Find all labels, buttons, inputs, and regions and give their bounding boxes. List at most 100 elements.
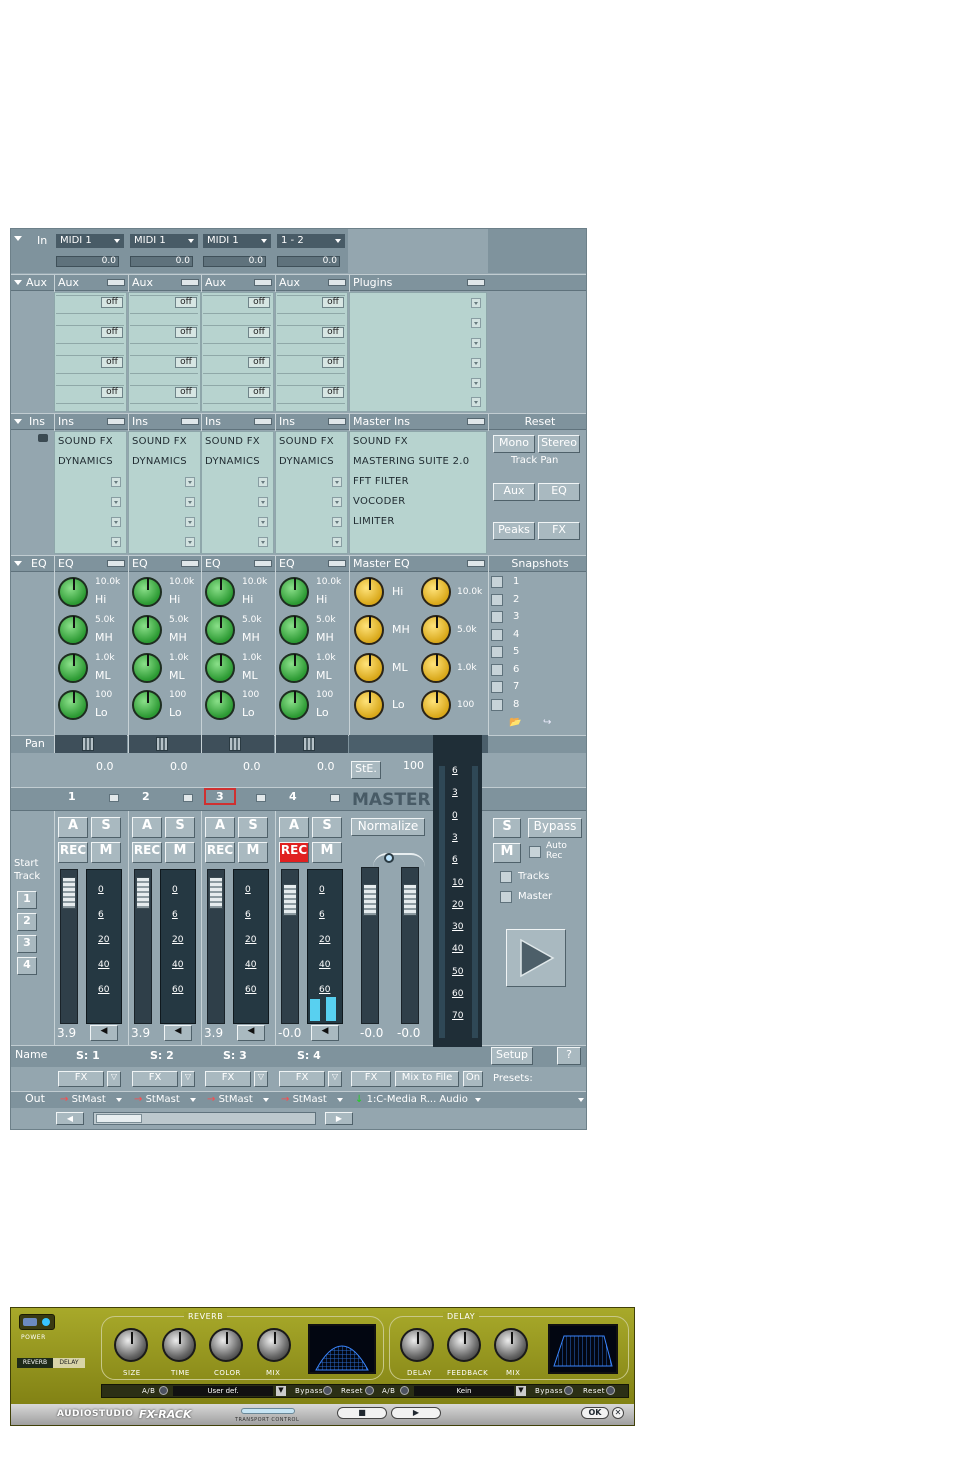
- insert-slot-dropdown[interactable]: [258, 537, 268, 547]
- mute-button[interactable]: M: [165, 842, 195, 863]
- collapse-minus-icon[interactable]: [38, 434, 48, 442]
- solo-button[interactable]: S: [312, 817, 342, 838]
- scroll-thumb[interactable]: [96, 1114, 142, 1123]
- snapshot-slot[interactable]: [491, 681, 503, 693]
- insert-slot-sound-fx[interactable]: SOUND FX: [205, 436, 260, 447]
- fader-value[interactable]: 3.9: [131, 1026, 150, 1040]
- input-level-3[interactable]: 0.0: [203, 256, 266, 267]
- pan-value[interactable]: 0.0: [170, 760, 188, 773]
- track-output-select[interactable]: → StMast: [56, 1093, 126, 1107]
- start-track-button-2[interactable]: 2: [17, 913, 37, 931]
- normalize-button[interactable]: Normalize: [351, 818, 425, 836]
- master-out-select[interactable]: ↓ 1:C-Media R... Audio: [351, 1093, 485, 1107]
- insert-slot-dropdown[interactable]: [258, 477, 268, 487]
- aux-reset-button[interactable]: Aux: [493, 483, 535, 501]
- track-select-toggle[interactable]: [330, 794, 340, 802]
- master-fader-left[interactable]: [363, 884, 377, 916]
- insert-slot-dropdown[interactable]: [111, 477, 121, 487]
- scroll-track[interactable]: [93, 1112, 316, 1125]
- insert-slot-dropdown[interactable]: [332, 477, 342, 487]
- input-select-3[interactable]: MIDI 1: [203, 234, 271, 248]
- stereo-enhancer-button[interactable]: StE.: [351, 761, 381, 779]
- eq-knob-lo[interactable]: [58, 690, 88, 720]
- volume-fader[interactable]: [209, 877, 223, 909]
- eq-knob-hi[interactable]: [58, 577, 88, 607]
- track-name[interactable]: S: 4: [297, 1049, 321, 1062]
- insert-slot-dropdown[interactable]: [332, 517, 342, 527]
- snapshot-slot[interactable]: [491, 646, 503, 658]
- insert-slot-sound-fx[interactable]: SOUND FX: [58, 436, 113, 447]
- track-name[interactable]: S: 3: [223, 1049, 247, 1062]
- mute-button[interactable]: M: [312, 842, 342, 863]
- eq-knob-ml[interactable]: [205, 653, 235, 683]
- eq-knob-ml[interactable]: [58, 653, 88, 683]
- stop-button[interactable]: ■: [337, 1407, 387, 1419]
- track-fx-dropdown[interactable]: ▽: [181, 1071, 195, 1087]
- insert-slot-dynamics[interactable]: DYNAMICS: [58, 456, 113, 467]
- mute-button[interactable]: M: [238, 842, 268, 863]
- insert-slot-dropdown[interactable]: [258, 497, 268, 507]
- fader-value[interactable]: 3.9: [57, 1026, 76, 1040]
- volume-fader[interactable]: [136, 877, 150, 909]
- color-knob[interactable]: [209, 1328, 243, 1362]
- setup-button[interactable]: Setup: [491, 1047, 533, 1065]
- master-eq-freq-knob[interactable]: [421, 615, 451, 645]
- track-fx-button[interactable]: FX: [132, 1071, 178, 1087]
- aux-send-off[interactable]: off: [322, 357, 344, 368]
- presets-select[interactable]: [488, 1093, 586, 1107]
- snapshot-slot[interactable]: [491, 663, 503, 676]
- on-button[interactable]: On: [463, 1071, 483, 1087]
- pan-value[interactable]: 0.0: [96, 760, 114, 773]
- track-number-4[interactable]: 4: [289, 790, 297, 803]
- aux-send-off[interactable]: off: [175, 387, 197, 398]
- insert-slot-dropdown[interactable]: [111, 537, 121, 547]
- insert-slot-dynamics[interactable]: DYNAMICS: [205, 456, 260, 467]
- master-link-knob[interactable]: [384, 853, 394, 863]
- master-solo-button[interactable]: S: [493, 818, 521, 838]
- pan-value[interactable]: 0.0: [317, 760, 335, 773]
- track-output-select[interactable]: → StMast: [203, 1093, 273, 1107]
- master-eq-gain-knob[interactable]: [354, 615, 384, 645]
- insert-slot-dropdown[interactable]: [185, 517, 195, 527]
- insert-slot-dropdown[interactable]: [332, 537, 342, 547]
- pan-value[interactable]: 0.0: [243, 760, 261, 773]
- track-name[interactable]: S: 1: [76, 1049, 100, 1062]
- eq-knob-lo[interactable]: [279, 690, 309, 720]
- master-eq-gain-knob[interactable]: [354, 653, 384, 683]
- aux-send-off[interactable]: off: [175, 357, 197, 368]
- snapshot-slot[interactable]: [491, 698, 503, 711]
- snapshot-slot[interactable]: [491, 593, 503, 606]
- mix-to-file-button[interactable]: Mix to File: [395, 1071, 459, 1087]
- master-insert-1[interactable]: SOUND FX: [353, 436, 408, 447]
- master-insert-3[interactable]: FFT FILTER: [353, 476, 409, 487]
- track-number-2[interactable]: 2: [142, 790, 150, 803]
- delay-knob[interactable]: [400, 1328, 434, 1362]
- insert-slot-sound-fx[interactable]: SOUND FX: [279, 436, 334, 447]
- eq-knob-lo[interactable]: [132, 690, 162, 720]
- big-play-button[interactable]: [506, 929, 566, 987]
- master-mute-button[interactable]: M: [493, 843, 521, 863]
- peak-reset-button[interactable]: ◀: [311, 1025, 339, 1041]
- eq-knob-mh[interactable]: [205, 615, 235, 645]
- peaks-reset-button[interactable]: Peaks: [493, 522, 535, 540]
- size-knob[interactable]: [114, 1328, 148, 1362]
- delay-preset-select[interactable]: Kein: [414, 1386, 514, 1396]
- peak-reset-button[interactable]: ◀: [90, 1025, 118, 1041]
- track-fx-button[interactable]: FX: [279, 1071, 325, 1087]
- master-eq-freq-knob[interactable]: [421, 653, 451, 683]
- master-value-right[interactable]: -0.0: [397, 1026, 420, 1040]
- reverb-reset-button[interactable]: [365, 1386, 374, 1395]
- input-level-2[interactable]: 0.0: [130, 256, 193, 267]
- solo-button[interactable]: S: [165, 817, 195, 838]
- input-select-1[interactable]: MIDI 1: [56, 234, 124, 248]
- pan-handle[interactable]: [82, 737, 94, 751]
- help-button[interactable]: ?: [557, 1047, 581, 1065]
- fader-value[interactable]: 3.9: [204, 1026, 223, 1040]
- master-width-value[interactable]: 100: [403, 759, 424, 772]
- reset-header[interactable]: Reset: [488, 414, 586, 431]
- track-select-toggle[interactable]: [256, 794, 266, 802]
- track-fx-button[interactable]: FX: [205, 1071, 251, 1087]
- collapse-aux-icon[interactable]: [14, 280, 22, 285]
- insert-slot-dropdown[interactable]: [258, 517, 268, 527]
- track-output-select[interactable]: → StMast: [130, 1093, 200, 1107]
